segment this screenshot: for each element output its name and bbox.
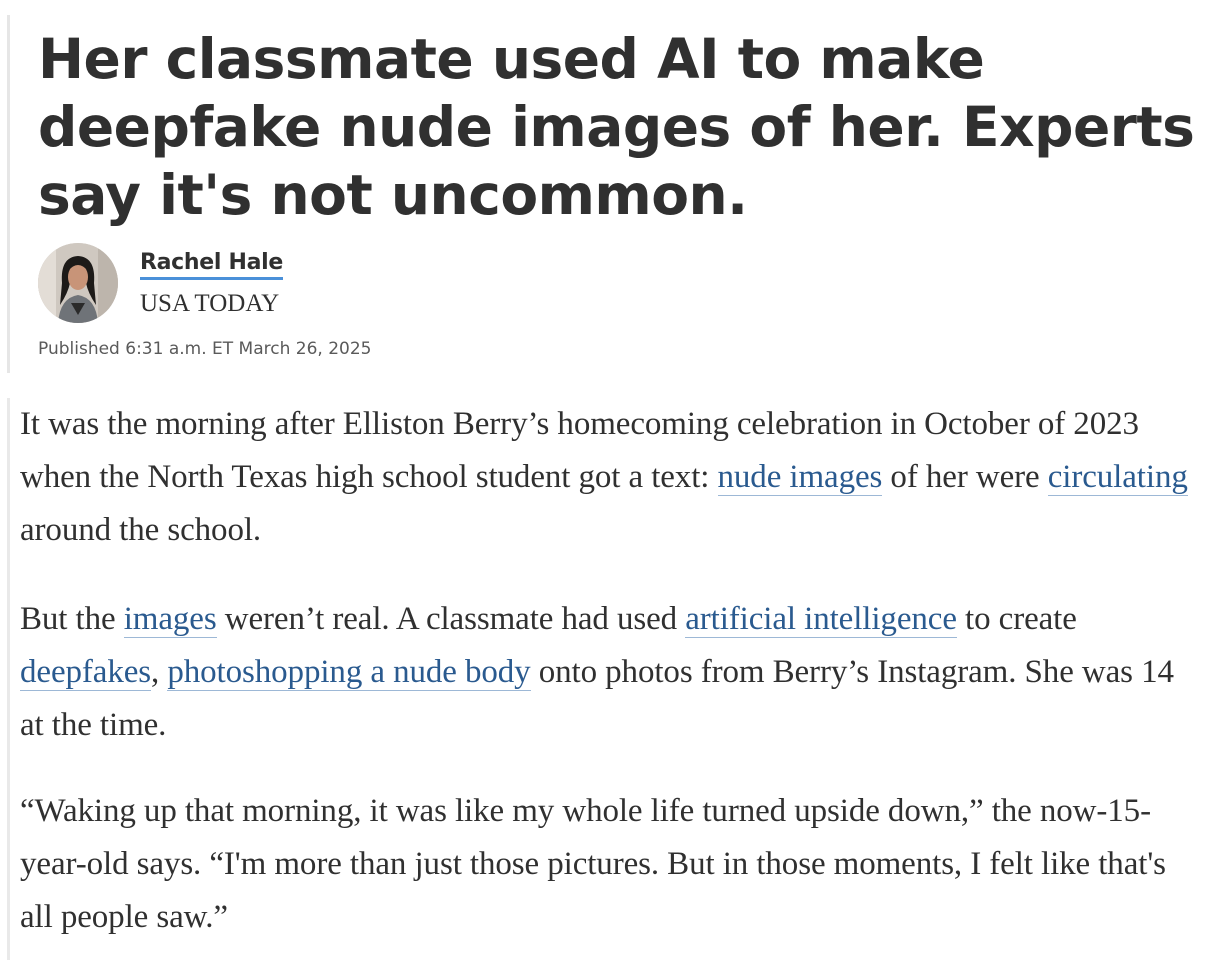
paragraph-3-quote: “Waking up that morning, it was like my … xyxy=(20,793,1166,935)
link-artificial-intelligence[interactable]: artificial intelligence xyxy=(685,601,957,638)
article-headline: Her classmate used AI to make deepfake n… xyxy=(38,27,1195,227)
author-publication: USA TODAY xyxy=(140,290,280,317)
paragraph-2-text-4: , xyxy=(151,654,168,690)
paragraph-1: It was the morning after Elliston Berry’… xyxy=(20,398,1195,557)
author-avatar[interactable] xyxy=(38,243,118,323)
article-header: Her classmate used AI to make deepfake n… xyxy=(7,15,1206,373)
link-images[interactable]: images xyxy=(123,601,217,638)
paragraph-2-text-2: weren’t real. A classmate had used xyxy=(216,601,686,637)
author-name-link[interactable]: Rachel Hale xyxy=(140,249,283,280)
paragraph-2-text-3: to create xyxy=(956,601,1077,637)
link-nude-images[interactable]: nude images xyxy=(717,459,882,496)
paragraph-2-text-1: But the xyxy=(20,601,124,637)
author-photo-icon xyxy=(38,243,118,323)
article-body: It was the morning after Elliston Berry’… xyxy=(7,398,1206,960)
paragraph-2: But the images weren’t real. A classmate… xyxy=(20,593,1195,752)
paragraph-1-text-2: of her were xyxy=(882,459,1048,495)
link-circulating[interactable]: circulating xyxy=(1047,459,1188,496)
link-photoshopping-nude-body[interactable]: photoshopping a nude body xyxy=(167,654,531,691)
published-timestamp: Published 6:31 a.m. ET March 26, 2025 xyxy=(38,339,372,359)
paragraph-1-text-3: around the school. xyxy=(20,512,262,548)
link-deepfakes[interactable]: deepfakes xyxy=(20,654,151,691)
